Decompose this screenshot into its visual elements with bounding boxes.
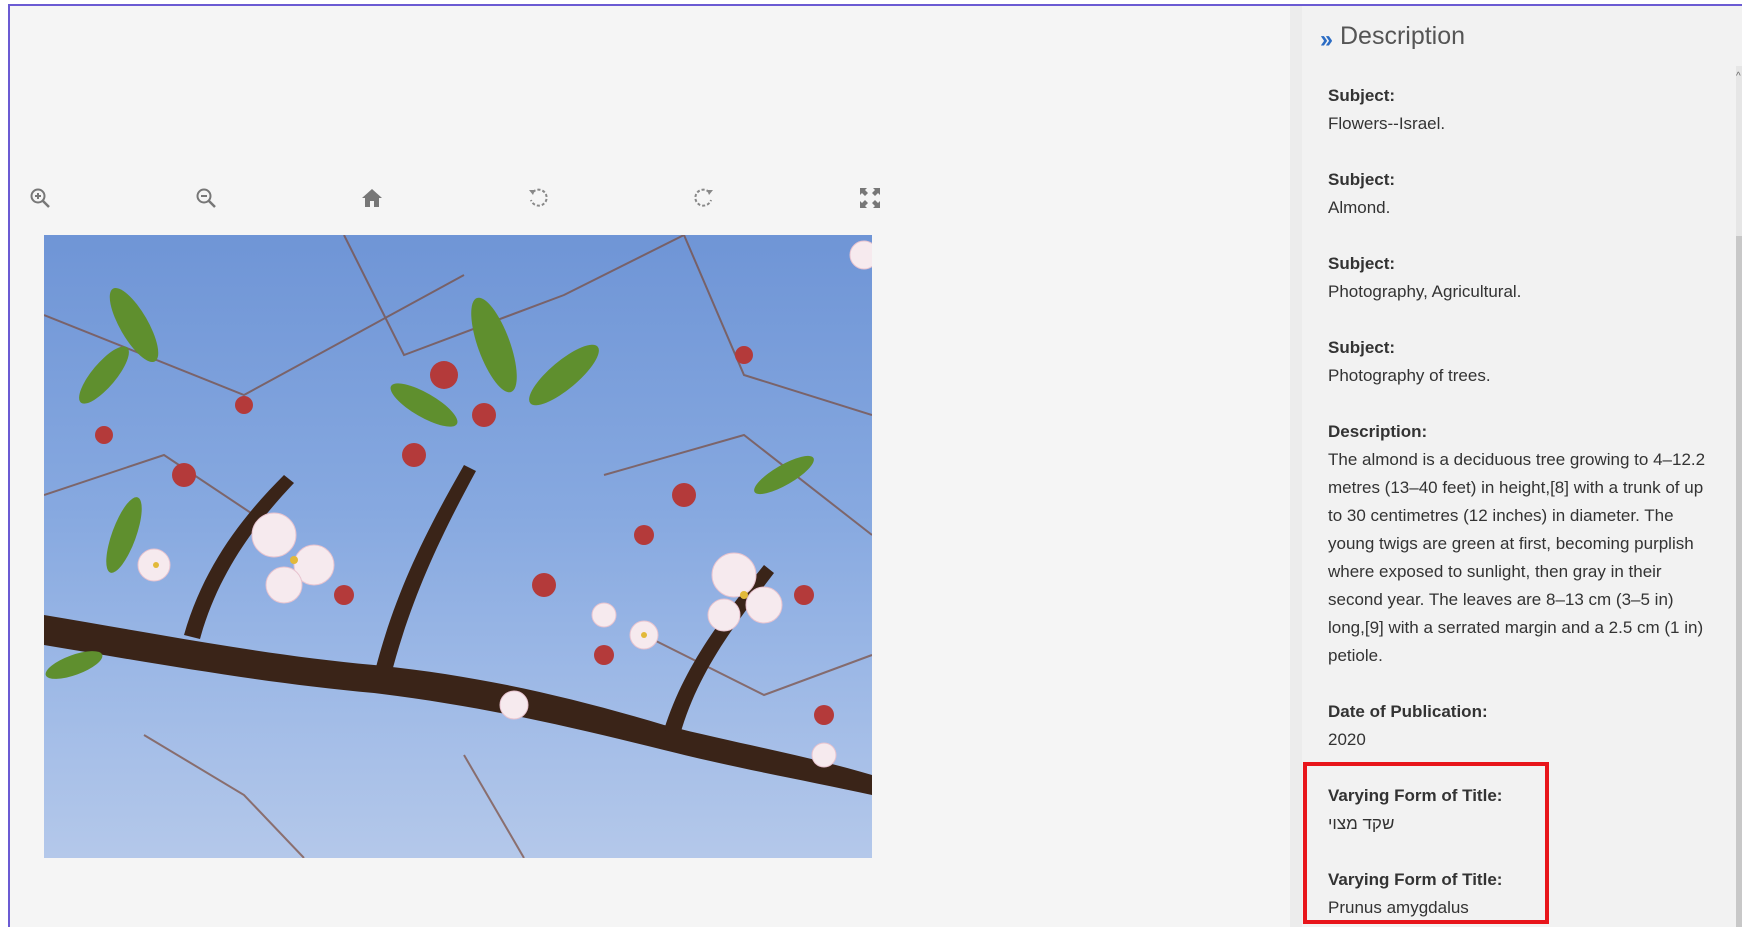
rotate-left-icon xyxy=(529,188,548,207)
field-value: Almond. xyxy=(1328,198,1391,217)
field-date-of-publication: Date of Publication: 2020 xyxy=(1328,698,1713,754)
field-varying-title-1: Varying Form of Title: שקד מצוי xyxy=(1328,782,1713,838)
almond-blossom-photo xyxy=(44,235,872,858)
zoom-out-icon xyxy=(196,188,216,208)
metadata-fields: Subject: Flowers--Israel. Subject: Almon… xyxy=(1328,82,1713,927)
collapse-chevron-icon[interactable]: ›› xyxy=(1320,26,1333,54)
field-value: Photography, Agricultural. xyxy=(1328,282,1522,301)
field-value: 2020 xyxy=(1328,730,1366,749)
app-frame: ›› Description Subject: Flowers--Israel.… xyxy=(8,4,1742,927)
field-label: Varying Form of Title: xyxy=(1328,870,1503,889)
image-viewer xyxy=(10,6,1290,927)
scroll-up-icon[interactable]: ^ xyxy=(1736,72,1742,82)
zoom-in-icon xyxy=(30,188,50,208)
rotate-right-button[interactable] xyxy=(690,184,718,212)
panel-header: ›› Description xyxy=(1320,22,1466,54)
field-value: שקד מצוי xyxy=(1328,814,1395,833)
field-label: Subject: xyxy=(1328,86,1396,105)
field-label: Subject: xyxy=(1328,170,1396,189)
field-subject-2: Subject: Almond. xyxy=(1328,166,1713,222)
field-label: Subject: xyxy=(1328,254,1396,273)
rotate-right-icon xyxy=(694,188,713,207)
field-description: Description: The almond is a deciduous t… xyxy=(1328,418,1713,670)
field-value: The almond is a deciduous tree growing t… xyxy=(1328,450,1706,665)
fullscreen-button[interactable] xyxy=(856,184,884,212)
home-button[interactable] xyxy=(358,184,386,212)
panel-divider[interactable] xyxy=(1290,6,1302,927)
field-value: Photography of trees. xyxy=(1328,366,1491,385)
fullscreen-icon xyxy=(860,188,880,208)
zoom-out-button[interactable] xyxy=(192,184,220,212)
field-label: Description: xyxy=(1328,422,1428,441)
blossom-illustration xyxy=(44,235,872,858)
home-icon xyxy=(362,189,382,207)
field-subject-4: Subject: Photography of trees. xyxy=(1328,334,1713,390)
field-subject-1: Subject: Flowers--Israel. xyxy=(1328,82,1713,138)
field-varying-title-2: Varying Form of Title: Prunus amygdalus xyxy=(1328,866,1713,922)
field-label: Subject: xyxy=(1328,338,1396,357)
panel-title: Description xyxy=(1339,22,1466,50)
field-subject-3: Subject: Photography, Agricultural. xyxy=(1328,250,1713,306)
field-label: Varying Form of Title: xyxy=(1328,786,1503,805)
field-value: Prunus amygdalus xyxy=(1328,898,1469,917)
field-label: Date of Publication: xyxy=(1328,702,1488,721)
rotate-left-button[interactable] xyxy=(524,184,552,212)
scrollbar-thumb[interactable] xyxy=(1736,236,1742,927)
field-value: Flowers--Israel. xyxy=(1328,114,1446,133)
zoom-in-button[interactable] xyxy=(26,184,54,212)
description-panel: ›› Description Subject: Flowers--Israel.… xyxy=(1302,6,1742,927)
